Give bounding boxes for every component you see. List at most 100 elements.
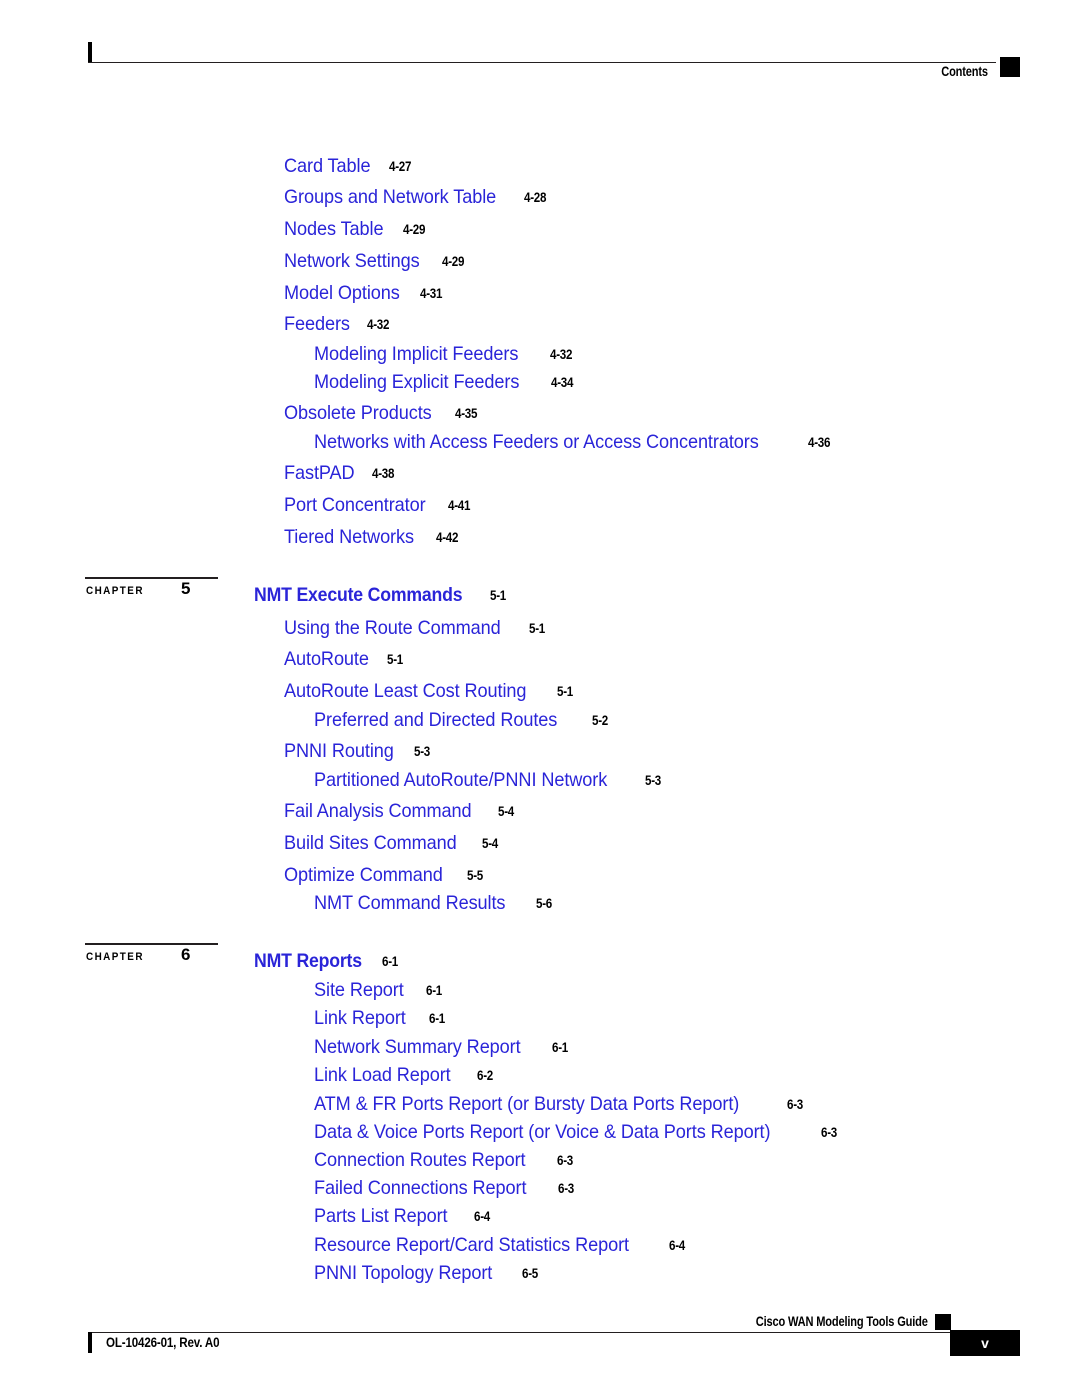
toc-entry-title[interactable]: Preferred and Directed Routes [314,708,557,732]
toc-entry-page-number: 5-4 [497,803,514,819]
footer-document-id: OL-10426-01, Rev. A0 [106,1335,220,1350]
toc-entry-title[interactable]: Network Settings [284,249,420,273]
toc-entry-page-number: 4-28 [524,189,547,205]
toc-entry[interactable]: FastPAD 4-38 [284,461,398,485]
header-square-marker [1000,57,1020,77]
toc-entry[interactable]: AutoRoute Least Cost Routing 5-1 [284,679,575,703]
toc-entry-page-number: 6-3 [558,1180,575,1196]
toc-entry[interactable]: AutoRoute 5-1 [284,647,406,671]
toc-entry[interactable]: Feeders 4-32 [284,312,393,336]
chapter-number: 5 [181,579,191,598]
toc-entry[interactable]: Resource Report/Card Statistics Report 6-… [314,1233,687,1257]
toc-entry-title[interactable]: Site Report [314,978,404,1002]
toc-entry[interactable]: Fail Analysis Command 5-4 [284,799,516,823]
toc-entry[interactable]: Obsolete Products 4-35 [284,401,481,425]
header-rule [88,62,996,63]
toc-entry-title[interactable]: ATM & FR Ports Report (or Bursty Data Po… [314,1092,739,1116]
toc-entry-title[interactable]: Link Load Report [314,1063,451,1087]
toc-entry[interactable]: Modeling Explicit Feeders 4-34 [314,370,577,394]
toc-entry-title[interactable]: Groups and Network Table [284,185,496,209]
toc-entry-page-number: 5-5 [466,867,483,883]
toc-entry-title[interactable]: Connection Routes Report [314,1148,526,1172]
toc-entry[interactable]: NMT Command Results 5-6 [314,891,554,915]
toc-entry-title[interactable]: Card Table [284,154,371,178]
toc-entry-title[interactable]: NMT Command Results [314,891,505,915]
footer-square-marker [935,1314,951,1330]
chapter-marker: CHAPTER 6 [85,943,225,977]
toc-entry-page-number: 6-3 [557,1152,574,1168]
toc-entry-title[interactable]: Link Report [314,1006,406,1030]
toc-entry-title[interactable]: Partitioned AutoRoute/PNNI Network [314,768,607,792]
footer-guide-title: Cisco WAN Modeling Tools Guide [756,1314,928,1329]
toc-entry[interactable]: Using the Route Command 5-1 [284,616,548,640]
toc-entry-title[interactable]: Parts List Report [314,1204,448,1228]
toc-entry-page-number: 4-34 [550,374,573,390]
toc-entry-title[interactable]: Port Concentrator [284,493,426,517]
page-footer: Cisco WAN Modeling Tools Guide OL-10426-… [88,1313,1020,1373]
toc-entry[interactable]: Network Settings 4-29 [284,249,468,273]
toc-entry[interactable]: PNNI Topology Report 6-5 [314,1261,540,1285]
toc-entry[interactable]: Preferred and Directed Routes 5-2 [314,708,610,732]
toc-entry-title[interactable]: FastPAD [284,461,355,485]
toc-entry-title[interactable]: Modeling Explicit Feeders [314,370,519,394]
toc-entry-title[interactable]: AutoRoute [284,647,369,671]
toc-entry-title[interactable]: Data & Voice Ports Report (or Voice & Da… [314,1120,771,1144]
toc-entry-title[interactable]: Using the Route Command [284,616,501,640]
toc-entry-title[interactable]: PNNI Topology Report [314,1261,492,1285]
toc-entry-title[interactable]: Tiered Networks [284,525,414,549]
toc-entry-title[interactable]: AutoRoute Least Cost Routing [284,679,526,703]
toc-entry[interactable]: ATM & FR Ports Report (or Bursty Data Po… [314,1092,806,1116]
toc-entry[interactable]: Link Report 6-1 [314,1006,447,1030]
toc-entry[interactable]: Groups and Network Table 4-28 [284,185,550,209]
toc-entry[interactable]: Model Options 4-31 [284,281,446,305]
toc-entry[interactable]: Build Sites Command 5-4 [284,831,500,855]
toc-entry-title[interactable]: Nodes Table [284,217,384,241]
toc-entry[interactable]: Nodes Table 4-29 [284,217,429,241]
toc-entry[interactable]: Networks with Access Feeders or Access C… [314,430,834,454]
toc-entry[interactable]: Port Concentrator 4-41 [284,493,474,517]
toc-entry-title[interactable]: NMT Execute Commands [254,584,463,608]
toc-entry[interactable]: Parts List Report 6-4 [314,1204,492,1228]
toc-entry-page-number: 5-1 [528,620,545,636]
toc-chapter-entry[interactable]: NMT Execute Commands 5-1 [254,584,509,608]
toc-entry-title[interactable]: Networks with Access Feeders or Access C… [314,430,759,454]
toc-entry-title[interactable]: Fail Analysis Command [284,799,472,823]
toc-entry-page-number: 6-3 [787,1096,804,1112]
toc-entry-page-number: 5-1 [556,683,573,699]
toc-entry-title[interactable]: Modeling Implicit Feeders [314,342,518,366]
toc-entry-title[interactable]: Build Sites Command [284,831,457,855]
toc-entry-title[interactable]: Optimize Command [284,863,443,887]
toc-entry-title[interactable]: Network Summary Report [314,1035,521,1059]
toc-entry-page-number: 4-32 [549,346,572,362]
toc-entry-title[interactable]: Obsolete Products [284,401,432,425]
toc-entry-title[interactable]: PNNI Routing [284,739,394,763]
toc-entry[interactable]: Partitioned AutoRoute/PNNI Network 5-3 [314,768,664,792]
toc-entry[interactable]: Data & Voice Ports Report (or Voice & Da… [314,1120,839,1144]
toc-entry[interactable]: Card Table 4-27 [284,154,415,178]
toc-entry[interactable]: Tiered Networks 4-42 [284,525,462,549]
toc-entry[interactable]: Link Load Report 6-2 [314,1063,496,1087]
toc-entry-title[interactable]: Model Options [284,281,400,305]
toc-entry[interactable]: Connection Routes Report 6-3 [314,1148,576,1172]
toc-entry-title[interactable]: Feeders [284,312,350,336]
toc-entry-title[interactable]: NMT Reports [254,950,362,974]
toc-entry[interactable]: PNNI Routing 5-3 [284,739,433,763]
toc-chapter-entry[interactable]: NMT Reports 6-1 [254,950,401,974]
toc-entry[interactable]: Site Report 6-1 [314,978,445,1002]
chapter-number: 6 [181,945,191,964]
toc-entry-page-number: 4-29 [402,221,426,237]
toc-entry[interactable]: Modeling Implicit Feeders 4-32 [314,342,576,366]
toc-entry[interactable]: Network Summary Report 6-1 [314,1035,571,1059]
toc-entry-page-number: 6-1 [382,953,399,969]
toc-entry-title[interactable]: Failed Connections Report [314,1176,526,1200]
toc-entry-title[interactable]: Resource Report/Card Statistics Report [314,1233,629,1257]
toc-entry[interactable]: Failed Connections Report 6-3 [314,1176,577,1200]
toc-entry-page-number: 4-41 [448,497,471,513]
footer-left-tick [88,1332,92,1353]
footer-page-number: v [981,1335,989,1351]
toc-entry-page-number: 4-27 [388,158,412,174]
toc-entry-page-number: 5-4 [481,835,498,851]
toc-entry[interactable]: Optimize Command 5-5 [284,863,485,887]
toc-entry-page-number: 5-1 [490,587,507,603]
toc-entry-page-number: 6-3 [820,1124,837,1140]
